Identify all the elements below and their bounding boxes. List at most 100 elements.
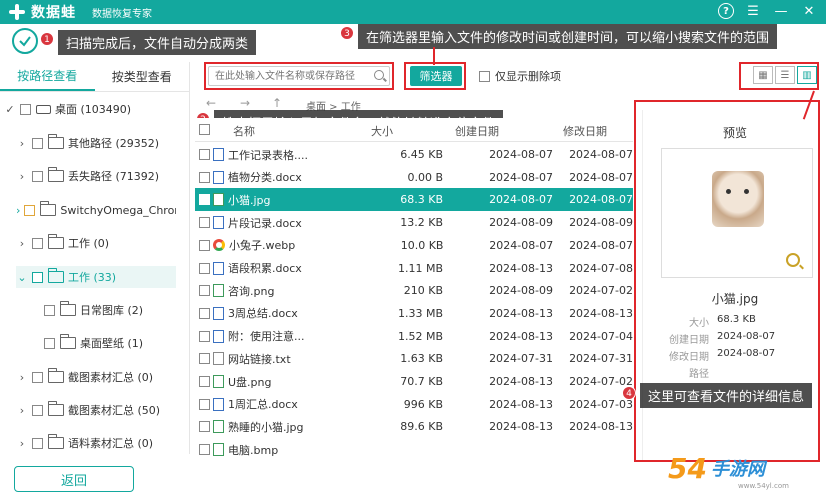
up-arrow-icon[interactable]: ↑ [272, 96, 282, 110]
list-view-icon[interactable]: ☰ [775, 66, 795, 84]
expand-icon[interactable]: ✓ [4, 103, 16, 116]
column-created[interactable]: 创建日期 [455, 123, 499, 139]
row-checkbox[interactable] [199, 217, 210, 229]
search-icon[interactable] [374, 70, 384, 80]
forward-arrow-icon[interactable]: → [240, 96, 250, 110]
tree-item-screenshots-50[interactable]: › 截图素材汇总 (50) [16, 399, 176, 421]
tree-item-label: 截图素材汇总 (0) [68, 371, 154, 384]
folder-icon [48, 434, 64, 449]
table-row[interactable]: U盘.png 70.7 KB 2024-08-13 2024-07-02 [195, 370, 633, 393]
file-modified: 2024-08-07 [569, 193, 633, 207]
column-name[interactable]: 名称 [233, 123, 255, 139]
chevron-right-icon[interactable]: › [16, 437, 28, 450]
column-modified[interactable]: 修改日期 [563, 123, 607, 139]
tab-by-type[interactable]: 按类型查看 [95, 62, 190, 91]
view-mode-buttons: ▦ ☰ ▥ [751, 66, 817, 84]
file-name: 小兔子.webp [229, 239, 296, 253]
back-button[interactable]: 返回 [14, 466, 134, 492]
tree-checkbox[interactable] [32, 371, 43, 383]
chevron-right-icon[interactable]: › [16, 137, 28, 150]
tree-item-daily-gallery[interactable]: 日常图库 (2) [40, 299, 176, 321]
file-name: 植物分类.docx [228, 171, 302, 185]
table-row[interactable]: 片段记录.docx 13.2 KB 2024-08-09 2024-08-09 [195, 211, 633, 234]
back-arrow-icon[interactable]: ← [206, 96, 216, 110]
grid-view-icon[interactable]: ▦ [753, 66, 773, 84]
row-checkbox[interactable] [199, 330, 210, 342]
tree-item-other-paths[interactable]: › 其他路径 (29352) [16, 132, 176, 154]
tree-checkbox[interactable] [20, 103, 31, 115]
tree-checkbox[interactable] [32, 271, 43, 283]
table-row[interactable]: 小兔子.webp 10.0 KB 2024-08-07 2024-08-07 [195, 234, 633, 257]
file-size: 1.63 KB [400, 352, 443, 366]
table-row[interactable]: 1周汇总.docx 996 KB 2024-08-13 2024-07-03 [195, 393, 633, 416]
row-checkbox[interactable] [199, 239, 210, 251]
tab-by-path[interactable]: 按路径查看 [0, 62, 95, 91]
menu-icon[interactable]: ☰ [744, 2, 762, 20]
tree-checkbox[interactable] [32, 237, 43, 249]
zoom-icon[interactable] [786, 253, 800, 267]
tree-item-label: SwitchyOmega_Chromiu [60, 203, 176, 217]
table-row[interactable]: 工作记录表格.... 6.45 KB 2024-08-07 2024-08-07 [195, 143, 633, 166]
table-row[interactable]: 植物分类.docx 0.00 B 2024-08-07 2024-08-07 [195, 166, 633, 189]
row-checkbox[interactable] [199, 307, 210, 319]
deleted-only-checkbox[interactable] [479, 70, 490, 82]
table-row[interactable]: 附：使用注意... 1.52 MB 2024-08-13 2024-07-04 [195, 325, 633, 348]
table-row[interactable]: 语段积累.docx 1.11 MB 2024-08-13 2024-07-08 [195, 257, 633, 280]
row-checkbox[interactable] [199, 353, 210, 365]
chevron-right-icon[interactable]: › [16, 371, 28, 384]
tree-item-desktop[interactable]: ✓ 桌面 (103490) [4, 98, 176, 120]
table-row[interactable]: 咨询.png 210 KB 2024-08-09 2024-07-02 [195, 279, 633, 302]
row-checkbox[interactable] [199, 171, 210, 183]
tree-checkbox[interactable] [32, 404, 43, 416]
table-row[interactable]: 电脑.bmp [195, 438, 633, 461]
tree-item-screenshots-0[interactable]: › 截图素材汇总 (0) [16, 366, 176, 388]
row-checkbox[interactable] [199, 421, 210, 433]
preview-view-icon[interactable]: ▥ [797, 66, 817, 84]
tree-checkbox[interactable] [32, 437, 43, 449]
column-size[interactable]: 大小 [371, 123, 393, 139]
row-checkbox[interactable] [199, 398, 210, 410]
search-input[interactable] [209, 67, 367, 85]
help-icon[interactable]: ? [718, 3, 734, 19]
file-name: 附：使用注意... [228, 330, 305, 344]
table-row[interactable]: 小猫.jpg 68.3 KB 2024-08-07 2024-08-07 [195, 188, 633, 212]
tree-item-desktop-wallpaper[interactable]: 桌面壁纸 (1) [40, 332, 176, 354]
table-row[interactable]: 熟睡的小猫.jpg 89.6 KB 2024-08-13 2024-08-13 [195, 415, 633, 438]
select-all-checkbox[interactable] [199, 124, 210, 135]
chevron-right-icon[interactable]: › [16, 204, 20, 217]
chevron-right-icon[interactable]: › [16, 237, 28, 250]
chrome-icon [213, 239, 225, 252]
row-checkbox[interactable] [199, 149, 210, 160]
minimize-icon[interactable]: — [772, 2, 790, 20]
sidebar-tabs: 按路径查看 按类型查看 [0, 62, 189, 92]
file-size: 210 KB [403, 284, 443, 298]
close-icon[interactable]: ✕ [800, 2, 818, 20]
tree-item-lost-paths[interactable]: › 丢失路径 (71392) [16, 165, 176, 187]
file-created: 2024-08-07 [489, 148, 553, 161]
tree-checkbox[interactable] [44, 337, 55, 349]
row-checkbox[interactable] [199, 194, 210, 206]
row-checkbox[interactable] [199, 262, 210, 274]
tree-item-corpus[interactable]: › 语料素材汇总 (0) [16, 432, 176, 454]
tree-item-work-33[interactable]: ⌄ 工作 (33) [16, 266, 176, 288]
deleted-only-toggle[interactable]: 仅显示删除项 [479, 68, 561, 84]
annotation-4: 这里可查看文件的详细信息 [640, 383, 813, 408]
filter-button[interactable]: 筛选器 [410, 66, 462, 86]
chevron-right-icon[interactable]: › [16, 404, 28, 417]
meta-key: 修改日期 [669, 352, 709, 363]
title-bar: 数据蛙 数据恢复专家 ? ☰ — ✕ [0, 0, 826, 24]
meta-key: 创建日期 [669, 335, 709, 346]
tree-checkbox[interactable] [32, 137, 43, 149]
row-checkbox[interactable] [199, 285, 210, 297]
tree-item-work-0[interactable]: › 工作 (0) [16, 232, 176, 254]
tree-checkbox[interactable] [44, 304, 55, 316]
table-row[interactable]: 网站链接.txt 1.63 KB 2024-07-31 2024-07-31 [195, 347, 633, 370]
tree-checkbox[interactable] [32, 170, 43, 182]
tree-checkbox[interactable] [24, 204, 36, 216]
chevron-right-icon[interactable]: › [16, 170, 28, 183]
table-row[interactable]: 3周总结.docx 1.33 MB 2024-08-13 2024-08-13 [195, 302, 633, 325]
tree-item-switchyomega[interactable]: › SwitchyOmega_Chromiu [16, 199, 176, 221]
row-checkbox[interactable] [199, 376, 210, 387]
chevron-down-icon[interactable]: ⌄ [16, 271, 28, 284]
row-checkbox[interactable] [199, 444, 210, 456]
